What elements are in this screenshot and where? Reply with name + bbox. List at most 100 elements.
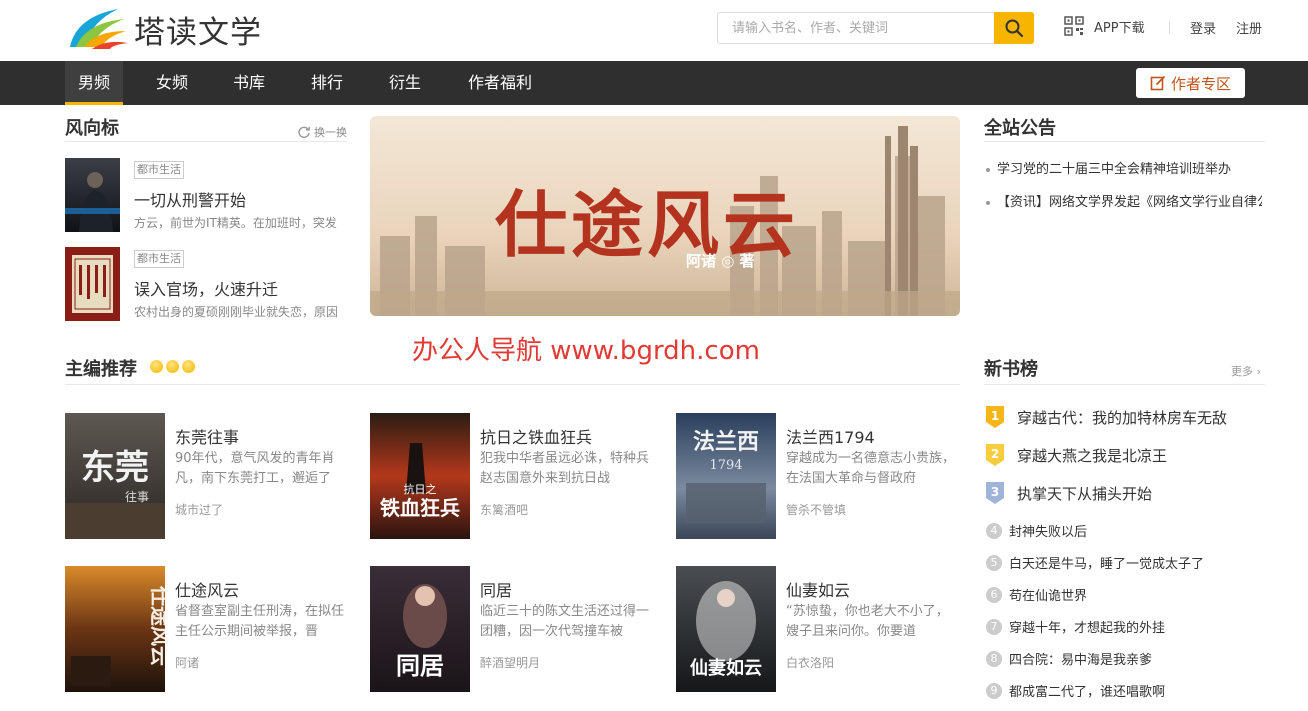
cover-title: 仙妻如云 — [690, 657, 762, 679]
book-author[interactable]: 管杀不管填 — [786, 501, 846, 518]
nav-item-derivative[interactable]: 衍生 — [376, 61, 434, 105]
book-author[interactable]: 醉酒望明月 — [480, 654, 540, 671]
more-link[interactable]: 更多 › — [1231, 363, 1261, 379]
book-title[interactable]: 东莞往事 — [175, 424, 239, 448]
book-title[interactable]: 误入官场，火速升迁 — [134, 276, 278, 300]
qr-code-icon — [1064, 16, 1084, 36]
book-author[interactable]: 城市过了 — [175, 501, 223, 518]
book-title[interactable]: 法兰西1794 — [786, 424, 875, 448]
author-zone-button[interactable]: 作者专区 — [1136, 68, 1245, 98]
nav-item-male[interactable]: 男频 — [65, 61, 123, 105]
rank-book-title[interactable]: 穿越古代：我的加特林房车无敌 — [1017, 407, 1227, 428]
nav-item-library[interactable]: 书库 — [220, 61, 278, 105]
book-cover[interactable]: 仙妻如云 — [676, 566, 776, 692]
logo-text: 塔读文学 — [134, 14, 262, 51]
book-title[interactable]: 一切从刑警开始 — [134, 187, 246, 211]
book-description: 农村出身的夏硕刚刚毕业就失恋，原因 — [134, 305, 339, 319]
book-card[interactable]: 同居 同居 临近三十的陈文生活还过得一团糟，因一次代驾撞车被 醉酒望明月 — [370, 566, 660, 692]
book-cover[interactable]: 法兰西 1794 — [676, 413, 776, 539]
nav-item-ranking[interactable]: 排行 — [298, 61, 356, 105]
search-box — [717, 12, 1034, 44]
featured-banner[interactable]: 仕途风云 阿诸 ◎ 著 — [370, 116, 960, 316]
cover-subtitle: 抗日之 — [404, 482, 437, 496]
app-download-link[interactable]: APP下载 — [1064, 16, 1145, 36]
nav-item-female[interactable]: 女频 — [143, 61, 201, 105]
book-description: 穿越成为一名德意志小贵族，在法国大革命与督政府 — [786, 451, 956, 486]
book-title[interactable]: 同居 — [480, 577, 512, 601]
book-cover[interactable]: 东莞 往事 — [65, 413, 165, 539]
book-card[interactable]: 仕途风云 仕途风云 省督查室副主任刑涛，在拟任主任公示期间被举报，晋 阿诸 — [65, 566, 355, 692]
book-cover[interactable]: 同居 — [370, 566, 470, 692]
book-card[interactable]: 抗日之 铁血狂兵 抗日之铁血狂兵 犯我中华者虽远必诛，特种兵赵志国意外来到抗日战… — [370, 413, 660, 539]
site-header: 塔读文学 APP下载 登录 注册 — [0, 0, 1308, 61]
rank-item[interactable]: 4 封神失败以后 — [985, 521, 1087, 540]
cover-subtitle: 1794 — [709, 458, 742, 473]
book-cover[interactable] — [65, 158, 120, 232]
book-title[interactable]: 仕途风云 — [175, 577, 239, 601]
book-author[interactable]: 白衣洛阳 — [786, 654, 834, 671]
rank-book-title[interactable]: 苟在仙诡世界 — [1009, 585, 1087, 604]
book-cover[interactable]: 抗日之 铁血狂兵 — [370, 413, 470, 539]
rank-number: 5 — [986, 554, 1002, 571]
search-button[interactable] — [994, 12, 1034, 44]
rank-item[interactable]: 3 执掌天下从捕头开始 — [985, 481, 1152, 505]
rank-item[interactable]: 5 白天还是牛马，睡了一觉成太子了 — [985, 553, 1204, 572]
cover-subtitle: 往事 — [125, 489, 149, 504]
rank-number: 8 — [986, 650, 1002, 667]
site-logo[interactable]: 塔读文学 — [66, 6, 266, 52]
header-divider — [1169, 21, 1170, 34]
rank-book-title[interactable]: 穿越大燕之我是北凉王 — [1017, 445, 1167, 466]
cover-title: 仕途风云 — [148, 585, 165, 666]
rank-book-title[interactable]: 白天还是牛马，睡了一觉成太子了 — [1009, 553, 1204, 572]
cover-title: 铁血狂兵 — [380, 496, 460, 520]
rank-number: 4 — [986, 522, 1002, 539]
cover-title: 同居 — [396, 651, 444, 680]
book-title[interactable]: 仙妻如云 — [786, 577, 850, 601]
logo-icon — [70, 9, 128, 49]
rank-number: 3 — [991, 485, 999, 499]
rank-book-title[interactable]: 执掌天下从捕头开始 — [1017, 483, 1152, 504]
notices-divider — [984, 141, 1265, 142]
refresh-button[interactable]: 换一换 — [297, 124, 347, 140]
login-link[interactable]: 登录 — [1190, 18, 1216, 37]
book-description: “苏惊蛰，你也老大不小了，嫂子且来问你。你要道 — [786, 604, 949, 639]
rank-item[interactable]: 9 都成富二代了，谁还唱歌啊 — [985, 681, 1165, 700]
book-author[interactable]: 阿诸 — [175, 654, 199, 671]
weathervane-book[interactable]: 都市生活 一切从刑警开始 方云，前世为IT精英。在加班时，突发 — [65, 158, 347, 232]
refresh-label: 换一换 — [314, 126, 347, 139]
notices-title: 全站公告 — [984, 118, 1056, 139]
nav-item-author-benefits[interactable]: 作者福利 — [456, 61, 544, 105]
rank-item[interactable]: 1 穿越古代：我的加特林房车无敌 — [985, 405, 1227, 429]
coin-icon — [166, 360, 179, 373]
rank-item[interactable]: 7 穿越十年，才想起我的外挂 — [985, 617, 1165, 636]
rank-book-title[interactable]: 穿越十年，才想起我的外挂 — [1009, 617, 1165, 636]
coin-icons — [150, 360, 198, 373]
search-input[interactable] — [718, 13, 994, 43]
rank-book-title[interactable]: 封神失败以后 — [1009, 521, 1087, 540]
weathervane-book[interactable]: 都市生活 误入官场，火速升迁 农村出身的夏硕刚刚毕业就失恋，原因 — [65, 247, 347, 321]
app-download-label: APP下载 — [1094, 20, 1145, 36]
more-label: 更多 — [1231, 365, 1253, 378]
editor-picks-title: 主编推荐 — [65, 359, 137, 380]
book-card[interactable]: 东莞 往事 东莞往事 90年代，意气风发的青年肖凡，南下东莞打工，邂逅了 城市过… — [65, 413, 355, 539]
register-link[interactable]: 注册 — [1236, 18, 1262, 37]
weathervane-divider — [65, 141, 347, 142]
rank-book-title[interactable]: 四合院：易中海是我亲爹 — [1009, 649, 1152, 668]
book-cover[interactable] — [65, 247, 120, 321]
book-card[interactable]: 法兰西 1794 法兰西1794 穿越成为一名德意志小贵族，在法国大革命与督政府… — [676, 413, 966, 539]
book-author[interactable]: 东篱酒吧 — [480, 501, 528, 518]
book-cover[interactable]: 仕途风云 — [65, 566, 165, 692]
main-nav: 男频 女频 书库 排行 衍生 作者福利 作者专区 — [0, 61, 1308, 105]
book-description: 省督查室副主任刑涛，在拟任主任公示期间被举报，晋 — [175, 604, 345, 639]
search-icon — [1005, 19, 1024, 38]
new-rank-title: 新书榜 — [984, 359, 1038, 380]
book-title[interactable]: 抗日之铁血狂兵 — [480, 424, 592, 448]
notice-item[interactable]: 学习党的二十届三中全会精神培训班举办 — [986, 158, 1262, 177]
notice-item[interactable]: 【资讯】网络文学界发起《网络文学行业自律公约》 — [986, 191, 1262, 210]
rank-book-title[interactable]: 都成富二代了，谁还唱歌啊 — [1009, 681, 1165, 700]
rank-number: 7 — [986, 618, 1002, 635]
rank-item[interactable]: 2 穿越大燕之我是北凉王 — [985, 443, 1167, 467]
rank-item[interactable]: 8 四合院：易中海是我亲爹 — [985, 649, 1152, 668]
book-card[interactable]: 仙妻如云 仙妻如云 “苏惊蛰，你也老大不小了，嫂子且来问你。你要道 白衣洛阳 — [676, 566, 966, 692]
rank-item[interactable]: 6 苟在仙诡世界 — [985, 585, 1087, 604]
